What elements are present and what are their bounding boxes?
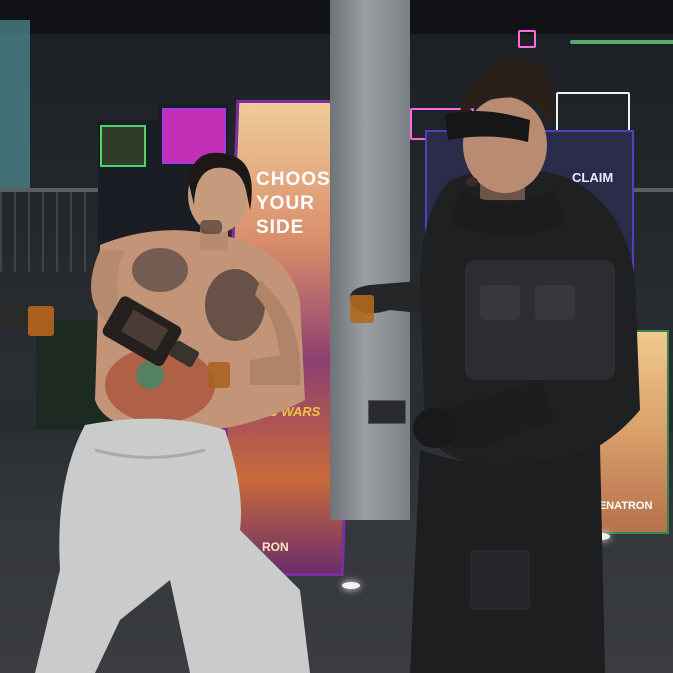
neon-light-green: [570, 40, 673, 44]
glass-whiskey-left: [28, 306, 54, 336]
vest-pouch: [480, 285, 520, 320]
goatee: [200, 220, 222, 234]
glass-whiskey-held: [208, 362, 230, 388]
neon-light-pink: [518, 30, 536, 48]
chest-tattoo-skull: [132, 248, 188, 292]
gloved-hand: [413, 408, 457, 448]
game-scene: CHOOSE YOUR SIDE ...ANG WARS RON CLAIM D…: [0, 0, 673, 673]
glass-whiskey-right: [350, 295, 374, 323]
vest-pouch: [535, 285, 575, 320]
cargo-pocket: [470, 550, 530, 610]
open-mouth: [466, 177, 478, 187]
character-tactical-man: [349, 58, 640, 673]
character-tattooed-man: [0, 152, 310, 673]
chest-tattoo-face: [205, 269, 265, 341]
